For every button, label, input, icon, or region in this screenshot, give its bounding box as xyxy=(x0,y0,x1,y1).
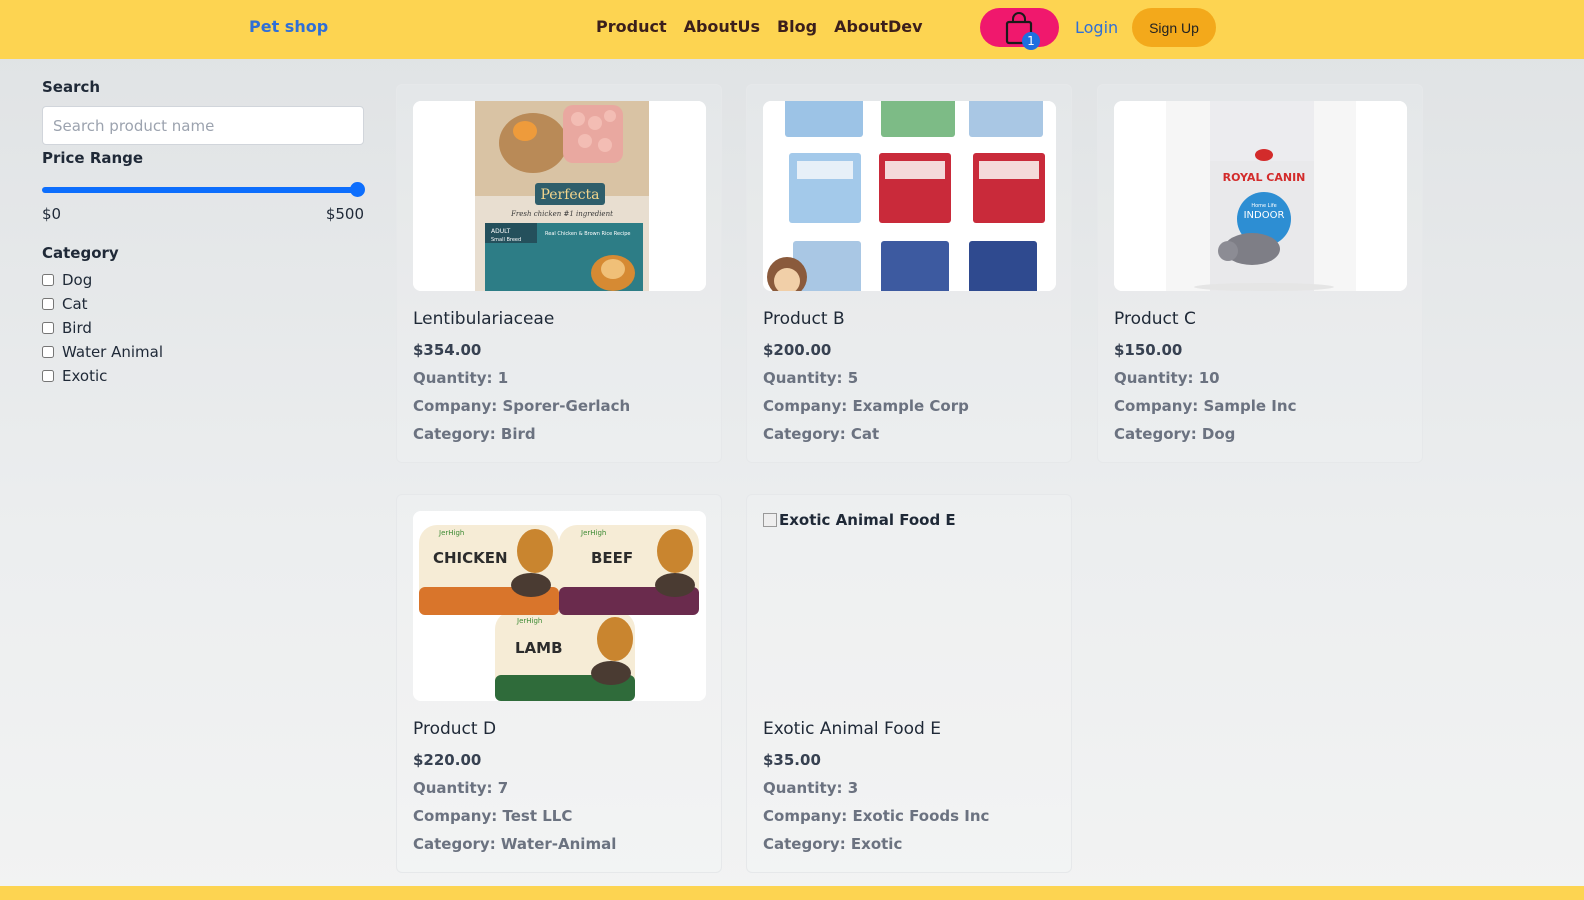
product-price: $354.00 xyxy=(413,341,482,359)
nav-about-dev[interactable]: AboutDev xyxy=(834,17,922,36)
category-list: Dog Cat Bird Water Animal Exotic xyxy=(42,268,364,388)
product-image-jerhigh-stew: CHICKEN BEEF LAMB JerHigh JerHigh JerHig… xyxy=(413,511,706,701)
product-card[interactable]: ROYAL CANIN Home Life INDOOR Product C $… xyxy=(1097,84,1423,463)
product-category: Category: Cat xyxy=(763,425,880,443)
footer-strip xyxy=(0,886,1584,900)
royal-canin-text: ROYAL CANIN xyxy=(1223,171,1306,184)
home-life-text: Home Life xyxy=(1251,203,1276,209)
category-checkbox[interactable] xyxy=(42,298,54,310)
product-price: $150.00 xyxy=(1114,341,1183,359)
product-name[interactable]: Product C xyxy=(1114,309,1196,329)
product-company: Company: Sporer-Gerlach xyxy=(413,397,631,415)
category-option-bird[interactable]: Bird xyxy=(42,316,364,340)
main-nav: Product AboutUs Blog AboutDev xyxy=(596,17,940,36)
product-image-royal-canin-pouches xyxy=(763,101,1056,291)
product-company: Company: Test LLC xyxy=(413,807,573,825)
category-option-dog[interactable]: Dog xyxy=(42,268,364,292)
beef-stew-text: BEEF xyxy=(591,549,633,567)
product-category: Category: Bird xyxy=(413,425,536,443)
image-alt-text: Exotic Animal Food E xyxy=(779,511,956,529)
product-quantity: Quantity: 1 xyxy=(413,369,509,387)
nav-product[interactable]: Product xyxy=(596,17,667,36)
product-price: $220.00 xyxy=(413,751,482,769)
filter-sidebar: Search Price Range $0 $500 Category Dog … xyxy=(42,78,365,388)
product-price: $35.00 xyxy=(763,751,821,769)
perfecta-brand-text: Perfecta xyxy=(540,187,599,203)
category-heading: Category xyxy=(42,244,119,262)
signup-button[interactable]: Sign Up xyxy=(1132,8,1216,47)
price-range-thumb[interactable] xyxy=(350,182,365,197)
perfecta-tagline-text: Fresh chicken #1 ingredient xyxy=(510,210,613,218)
price-range-labels: $0 $500 xyxy=(42,205,364,223)
lamb-stew-text: LAMB xyxy=(515,639,563,657)
product-card[interactable]: Perfecta Fresh chicken #1 ingredient ADU… xyxy=(396,84,722,463)
category-checkbox[interactable] xyxy=(42,274,54,286)
jerhigh-brand-text: JerHigh xyxy=(580,529,606,537)
product-quantity: Quantity: 5 xyxy=(763,369,859,387)
top-navbar: Pet shop Product AboutUs Blog AboutDev 1… xyxy=(0,0,1584,59)
product-image-royal-canin-indoor: ROYAL CANIN Home Life INDOOR xyxy=(1114,101,1407,291)
category-label: Dog xyxy=(62,271,93,289)
product-quantity: Quantity: 7 xyxy=(413,779,509,797)
category-label: Cat xyxy=(62,295,88,313)
product-name[interactable]: Lentibulariaceae xyxy=(413,309,554,329)
category-option-cat[interactable]: Cat xyxy=(42,292,364,316)
category-option-water-animal[interactable]: Water Animal xyxy=(42,340,364,364)
category-option-exotic[interactable]: Exotic xyxy=(42,364,364,388)
category-checkbox[interactable] xyxy=(42,322,54,334)
login-link[interactable]: Login xyxy=(1075,18,1118,37)
category-label: Water Animal xyxy=(62,343,164,361)
product-quantity: Quantity: 3 xyxy=(763,779,859,797)
cart-count-badge: 1 xyxy=(1022,32,1040,50)
brand-link[interactable]: Pet shop xyxy=(249,17,328,36)
product-image-broken: Exotic Animal Food E xyxy=(763,511,1056,701)
category-checkbox[interactable] xyxy=(42,346,54,358)
product-company: Company: Exotic Foods Inc xyxy=(763,807,990,825)
category-checkbox[interactable] xyxy=(42,370,54,382)
perfecta-breed-text: Small Breed xyxy=(491,237,521,243)
product-category: Category: Water-Animal xyxy=(413,835,617,853)
product-quantity: Quantity: 10 xyxy=(1114,369,1220,387)
product-name[interactable]: Product B xyxy=(763,309,845,329)
chicken-stew-text: CHICKEN xyxy=(433,549,508,567)
price-range-heading: Price Range xyxy=(42,149,144,167)
product-category: Category: Dog xyxy=(1114,425,1236,443)
search-heading: Search xyxy=(42,78,101,96)
product-card[interactable]: Product B $200.00 Quantity: 5 Company: E… xyxy=(746,84,1072,463)
product-company: Company: Sample Inc xyxy=(1114,397,1297,415)
price-min-label: $0 xyxy=(42,205,62,223)
category-label: Exotic xyxy=(62,367,108,385)
product-card[interactable]: CHICKEN BEEF LAMB JerHigh JerHigh JerHig… xyxy=(396,494,722,873)
jerhigh-brand-text: JerHigh xyxy=(438,529,464,537)
search-input[interactable] xyxy=(42,106,364,145)
nav-about-us[interactable]: AboutUs xyxy=(684,17,760,36)
jerhigh-brand-text: JerHigh xyxy=(516,617,542,625)
product-price: $200.00 xyxy=(763,341,832,359)
perfecta-recipe-text: Real Chicken & Brown Rice Recipe xyxy=(545,231,630,237)
indoor-text: INDOOR xyxy=(1244,210,1285,221)
price-max-label: $500 xyxy=(325,205,364,223)
product-image-perfecta: Perfecta Fresh chicken #1 ingredient ADU… xyxy=(413,101,706,291)
broken-image-icon xyxy=(763,513,777,527)
nav-blog[interactable]: Blog xyxy=(777,17,817,36)
product-company: Company: Example Corp xyxy=(763,397,969,415)
product-category: Category: Exotic xyxy=(763,835,903,853)
cart-button[interactable]: 1 xyxy=(980,8,1059,50)
category-label: Bird xyxy=(62,319,92,337)
product-name[interactable]: Exotic Animal Food E xyxy=(763,719,941,739)
product-name[interactable]: Product D xyxy=(413,719,496,739)
perfecta-adult-text: ADULT xyxy=(491,228,511,235)
product-card[interactable]: Exotic Animal Food E Exotic Animal Food … xyxy=(746,494,1072,873)
price-range-slider[interactable] xyxy=(42,182,365,197)
